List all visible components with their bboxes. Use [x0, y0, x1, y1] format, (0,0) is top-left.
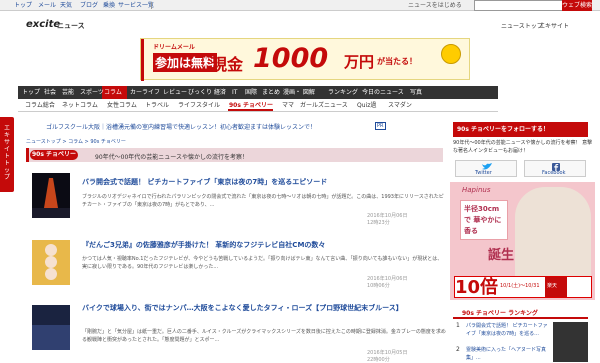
ad-points-times: 10倍 [455, 277, 499, 298]
article-date-3: 2016年10月05日 22時00分 [367, 350, 408, 363]
article-date-1: 2016年10月06日 12時23分 [367, 213, 408, 226]
main-nav-carlife[interactable]: カーライフ [130, 87, 160, 98]
ranking-number: 1 [456, 322, 460, 329]
dango-image [45, 244, 57, 280]
banner-amount: 1000 [253, 43, 329, 74]
follow-title: 90s チョベリーをフォローする！ [457, 126, 550, 133]
sub-nav-net[interactable]: ネットコラム [62, 101, 98, 111]
sub-nav-mama[interactable]: ママ [282, 101, 294, 111]
ad-brand: Hapinus [462, 186, 491, 194]
ranking-item-1[interactable]: パラ開会式で話題！ ピチカートファイブ「東京は夜の7時」を巡る... [466, 322, 550, 338]
sub-nav-girls[interactable]: ガールズニュース [300, 101, 348, 111]
banner-free: 参加は無料 [153, 53, 218, 72]
pr-badge: PR [375, 122, 386, 130]
rakuten-label: 楽天 [547, 283, 558, 289]
main-nav-entertainment[interactable]: 芸能 [62, 87, 74, 98]
ranking-thumbnail[interactable] [553, 322, 588, 362]
article-title-1[interactable]: バラ開会式で話題！ ピチカートファイブ「東京は夜の7時」を巡るエピソード [82, 177, 447, 187]
global-nav-divider [151, 2, 152, 9]
article-thumbnail-2[interactable] [32, 240, 70, 285]
banner-accent [141, 39, 144, 81]
main-nav-economy[interactable]: 経済 [214, 87, 226, 98]
main-nav-matome[interactable]: まとめ [262, 87, 280, 98]
main-nav-photo[interactable]: 写真 [410, 87, 422, 98]
article-title-3[interactable]: バイクで球場入り、街ではナンパ…大阪をこよなく愛したタフィ・ローズ【プロ野球世紀… [82, 303, 447, 313]
coin-icon [441, 44, 461, 64]
ad-copy-box: 半径30cmで 華やかに香る [460, 200, 508, 240]
facebook-label[interactable]: Facebook [542, 170, 566, 176]
banner-ad[interactable]: ドリームメール 参加は無料 現金 1000 万円 が当たる！ [140, 38, 470, 81]
sub-nav-lifestyle[interactable]: ライフスタイル [178, 101, 220, 111]
news-logo[interactable]: ニュース [57, 21, 85, 31]
banner-brand: ドリームメール [153, 44, 195, 51]
category-description: 90年代〜00年代の芸能ニュースや懐かしの流行を考察！ [95, 154, 248, 161]
ranking-number: 2 [456, 346, 460, 353]
article-body-2: かつては人気・視聴率No.1だったフジテレビが、今やどうも苦戦しているようだ。「… [82, 256, 443, 270]
web-search-button[interactable]: ウェブ検索 [562, 0, 592, 11]
ranking-item-2[interactable]: 霊験美術に入った「ヘアヌード写真集」... [466, 346, 550, 362]
sub-nav-quiz[interactable]: Quiz過 [357, 101, 376, 111]
main-nav-today[interactable]: 今日のニュース [362, 87, 404, 98]
follow-description: 90年代〜00年代の芸能ニュースや懐かしの流行を考察！ 意撃な著名人インタビュー… [453, 140, 593, 154]
main-nav-ranking[interactable]: ランキング [328, 87, 358, 98]
main-nav-it[interactable]: IT [232, 87, 237, 98]
sub-nav-smadan[interactable]: スマダン [388, 101, 412, 111]
ad-birth: 誕生 [488, 248, 515, 263]
banner-cash: 現金 [211, 55, 244, 74]
global-nav-weather[interactable]: 天気 [60, 1, 72, 10]
promo-link[interactable]: ゴルフスクール大阪｜浴槽湧元備の室内練習場で快適レッスン！初心者歓迎ますは体験レ… [46, 122, 316, 131]
ad-campaign-date: 10/1(土)〜10/31 [500, 283, 540, 289]
article-body-1: ブラジルのリオデジャネイロで行われたパラリンピックの閉会式で流れた「東京は夜の七… [82, 194, 444, 208]
sub-nav-column-all[interactable]: コラム総合 [25, 101, 55, 111]
ad-copy: 半径30cmで 華やかに香る [464, 205, 502, 235]
main-nav-sports[interactable]: スポーツ [80, 87, 104, 98]
banner-win: が当たる！ [377, 57, 417, 66]
global-nav-notice[interactable]: ニュースをはじめる [408, 1, 462, 10]
main-nav-column[interactable]: コラム [104, 87, 122, 98]
sub-nav-women[interactable]: 女性コラム [107, 101, 137, 111]
article-body-3: 「剛腕だ」と「気分屋」は紙一重だ。巨人の二番手、ルイス・クルーズがクライマックス… [82, 329, 446, 343]
excite-logo[interactable]: excite [26, 19, 60, 30]
breadcrumb[interactable]: ニューストップ > コラム > 90s チョベリー [26, 138, 126, 145]
sidetab-label[interactable]: エキサイトトップ [3, 125, 11, 181]
sub-nav-travel[interactable]: トラベル [145, 101, 169, 111]
category-badge[interactable]: 90s チョベリー [30, 150, 78, 160]
global-nav-mail[interactable]: メール [38, 1, 56, 10]
main-nav-surprise[interactable]: びっくり [188, 87, 212, 98]
article-title-2[interactable]: 『だんご3兄弟』の佐藤雅彦が手掛けた！ 革新的なフジテレビ自社CMの数々 [82, 240, 447, 250]
article-date-2: 2016年10月06日 10時06分 [367, 276, 408, 289]
tokyo-tower-image [32, 178, 70, 218]
sub-nav-90s[interactable]: 90s チョベリー [229, 101, 273, 111]
main-nav-society[interactable]: 社会 [44, 87, 56, 98]
global-nav-transit[interactable]: 乗換 [103, 1, 115, 10]
global-nav-top[interactable]: トップ [14, 1, 32, 10]
banner-unit: 万円 [344, 53, 375, 71]
global-nav-services[interactable]: サービス一覧 [118, 1, 154, 10]
web-search-input[interactable]: ウェブ検索 [474, 0, 592, 11]
twitter-label[interactable]: Twitter [475, 170, 492, 176]
news-top-link[interactable]: ニューストップ [501, 21, 543, 30]
excite-home-link[interactable]: エキサイト [539, 21, 569, 30]
main-nav-review[interactable]: レビュー [163, 87, 187, 98]
ranking-title: 90s チョベリー ランキング [462, 310, 538, 317]
global-nav-blog[interactable]: ブログ [80, 1, 98, 10]
main-nav-world[interactable]: 国際 [245, 87, 257, 98]
main-nav-top[interactable]: トップ [22, 87, 40, 98]
main-nav-manga[interactable]: 漫画・ 図解 [283, 87, 315, 98]
stadium-image [32, 325, 70, 350]
article-thumbnail-1[interactable] [32, 173, 70, 218]
article-thumbnail-3[interactable] [32, 305, 70, 350]
